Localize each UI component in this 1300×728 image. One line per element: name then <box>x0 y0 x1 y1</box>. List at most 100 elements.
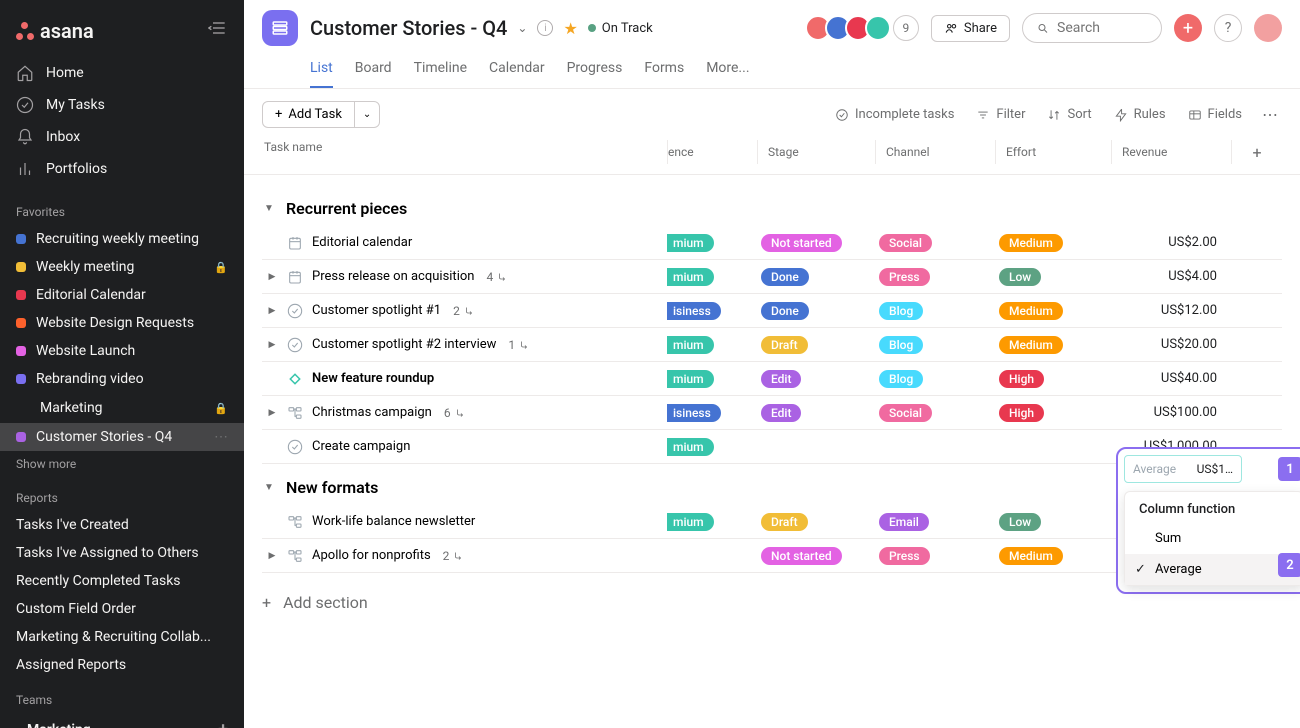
channel-tag[interactable]: Blog <box>879 302 923 320</box>
revenue-value[interactable]: US$40.00 <box>1111 371 1231 386</box>
stage-tag[interactable]: Edit <box>761 370 801 388</box>
show-more-favorites[interactable]: Show more <box>0 451 244 477</box>
column-revenue[interactable]: Revenue <box>1111 140 1231 164</box>
channel-tag[interactable]: Social <box>879 404 932 422</box>
incomplete-tasks-filter[interactable]: Incomplete tasks <box>829 103 960 126</box>
search-field[interactable] <box>1057 20 1147 36</box>
stage-tag[interactable]: Done <box>761 302 809 320</box>
task-row[interactable]: New feature roundupmiumEditBlogHighUS$40… <box>262 362 1282 396</box>
favorite-website-launch[interactable]: Website Launch <box>0 337 244 365</box>
favorite-rebranding-video[interactable]: Rebranding video <box>0 365 244 393</box>
effort-tag[interactable]: Medium <box>999 302 1063 320</box>
tab-board[interactable]: Board <box>355 52 392 88</box>
avatar[interactable] <box>865 15 891 41</box>
tab-calendar[interactable]: Calendar <box>489 52 545 88</box>
add-column-button[interactable]: + <box>1231 140 1282 164</box>
project-title[interactable]: Customer Stories - Q4 <box>310 16 507 40</box>
audience-tag[interactable]: mium <box>667 513 714 531</box>
project-status[interactable]: On Track <box>588 21 653 36</box>
favorite-editorial-calendar[interactable]: Editorial Calendar <box>0 281 244 309</box>
collapse-sidebar-icon[interactable] <box>208 18 228 43</box>
report-item[interactable]: Recently Completed Tasks <box>0 567 244 595</box>
toolbar-more-icon[interactable]: ⋯ <box>1258 105 1282 124</box>
nav-my-tasks[interactable]: My Tasks <box>0 89 244 121</box>
nav-portfolios[interactable]: Portfolios <box>0 153 244 185</box>
column-audience-cut[interactable]: ence <box>667 140 757 164</box>
star-icon[interactable]: ★ <box>563 19 577 38</box>
channel-tag[interactable]: Press <box>879 268 930 286</box>
audience-tag[interactable]: mium <box>667 336 714 354</box>
report-item[interactable]: Assigned Reports <box>0 651 244 679</box>
tab-list[interactable]: List <box>310 52 333 88</box>
add-team-icon[interactable]: + <box>218 719 228 728</box>
audience-tag[interactable]: mium <box>667 268 714 286</box>
report-item[interactable]: Tasks I've Assigned to Others <box>0 539 244 567</box>
favorite-customer-stories-q4[interactable]: Customer Stories - Q4⋯ <box>0 423 244 451</box>
report-item[interactable]: Custom Field Order <box>0 595 244 623</box>
section-header[interactable]: ▼Recurrent pieces <box>262 185 1282 226</box>
audience-tag[interactable]: mium <box>667 438 714 456</box>
expand-icon[interactable]: ▶ <box>266 306 278 316</box>
help-button[interactable]: ? <box>1214 14 1242 42</box>
favorite-recruiting-weekly-meeting[interactable]: Recruiting weekly meeting <box>0 225 244 253</box>
task-row[interactable]: ▶Press release on acquisition4miumDonePr… <box>262 260 1282 294</box>
revenue-value[interactable]: US$4.00 <box>1111 269 1231 284</box>
channel-tag[interactable]: Blog <box>879 370 923 388</box>
effort-tag[interactable]: High <box>999 404 1044 422</box>
task-row[interactable]: ▶Customer spotlight #2 interview1miumDra… <box>262 328 1282 362</box>
column-stage[interactable]: Stage <box>757 140 875 164</box>
tab-timeline[interactable]: Timeline <box>414 52 467 88</box>
task-row[interactable]: ▶Christmas campaign6isinessEditSocialHig… <box>262 396 1282 430</box>
nav-inbox[interactable]: Inbox <box>0 121 244 153</box>
more-icon[interactable]: ⋯ <box>214 429 228 445</box>
avatar-overflow-count[interactable]: 9 <box>893 15 919 41</box>
favorite-website-design-requests[interactable]: Website Design Requests <box>0 309 244 337</box>
column-channel[interactable]: Channel <box>875 140 995 164</box>
aggregate-display[interactable]: Average US$1… <box>1124 455 1242 483</box>
channel-tag[interactable]: Social <box>879 234 932 252</box>
add-task-button[interactable]: +Add Task ⌄ <box>262 101 380 128</box>
share-button[interactable]: Share <box>931 15 1010 42</box>
task-row[interactable]: Editorial calendarmiumNot startedSocialM… <box>262 226 1282 260</box>
report-item[interactable]: Tasks I've Created <box>0 511 244 539</box>
channel-tag[interactable]: Email <box>879 513 929 531</box>
team-marketing[interactable]: ▾Marketing + <box>0 713 244 728</box>
info-icon[interactable]: i <box>537 20 553 36</box>
audience-tag[interactable]: isiness <box>667 404 721 422</box>
stage-tag[interactable]: Draft <box>761 513 808 531</box>
effort-tag[interactable]: High <box>999 370 1044 388</box>
effort-tag[interactable]: Medium <box>999 234 1063 252</box>
audience-tag[interactable]: mium <box>667 370 714 388</box>
rules-button[interactable]: Rules <box>1108 103 1172 126</box>
tab-more[interactable]: More... <box>706 52 749 88</box>
audience-tag[interactable]: isiness <box>667 302 721 320</box>
global-add-button[interactable]: + <box>1174 14 1202 42</box>
task-row[interactable]: ▶Customer spotlight #12isinessDoneBlogMe… <box>262 294 1282 328</box>
filter-button[interactable]: Filter <box>970 103 1031 126</box>
revenue-value[interactable]: US$100.00 <box>1111 405 1231 420</box>
report-item[interactable]: Marketing & Recruiting Collab... <box>0 623 244 651</box>
sort-button[interactable]: Sort <box>1041 103 1097 126</box>
stage-tag[interactable]: Edit <box>761 404 801 422</box>
nav-home[interactable]: Home <box>0 57 244 89</box>
stage-tag[interactable]: Not started <box>761 547 842 565</box>
stage-tag[interactable]: Draft <box>761 336 808 354</box>
tab-progress[interactable]: Progress <box>567 52 623 88</box>
stage-tag[interactable]: Done <box>761 268 809 286</box>
effort-tag[interactable]: Medium <box>999 547 1063 565</box>
effort-tag[interactable]: Low <box>999 268 1041 286</box>
revenue-value[interactable]: US$2.00 <box>1111 235 1231 250</box>
member-avatars[interactable]: 9 <box>811 15 919 41</box>
audience-tag[interactable]: mium <box>667 234 714 252</box>
current-user-avatar[interactable] <box>1254 14 1282 42</box>
fields-button[interactable]: Fields <box>1182 103 1248 126</box>
channel-tag[interactable]: Blog <box>879 336 923 354</box>
effort-tag[interactable]: Medium <box>999 336 1063 354</box>
favorite-weekly-meeting[interactable]: Weekly meeting🔒 <box>0 253 244 281</box>
column-effort[interactable]: Effort <box>995 140 1111 164</box>
channel-tag[interactable]: Press <box>879 547 930 565</box>
expand-icon[interactable]: ▶ <box>266 340 278 350</box>
menu-item-average[interactable]: Average <box>1125 554 1300 585</box>
project-menu-chevron-icon[interactable]: ⌄ <box>517 21 527 35</box>
asana-logo[interactable]: asana <box>16 19 94 43</box>
